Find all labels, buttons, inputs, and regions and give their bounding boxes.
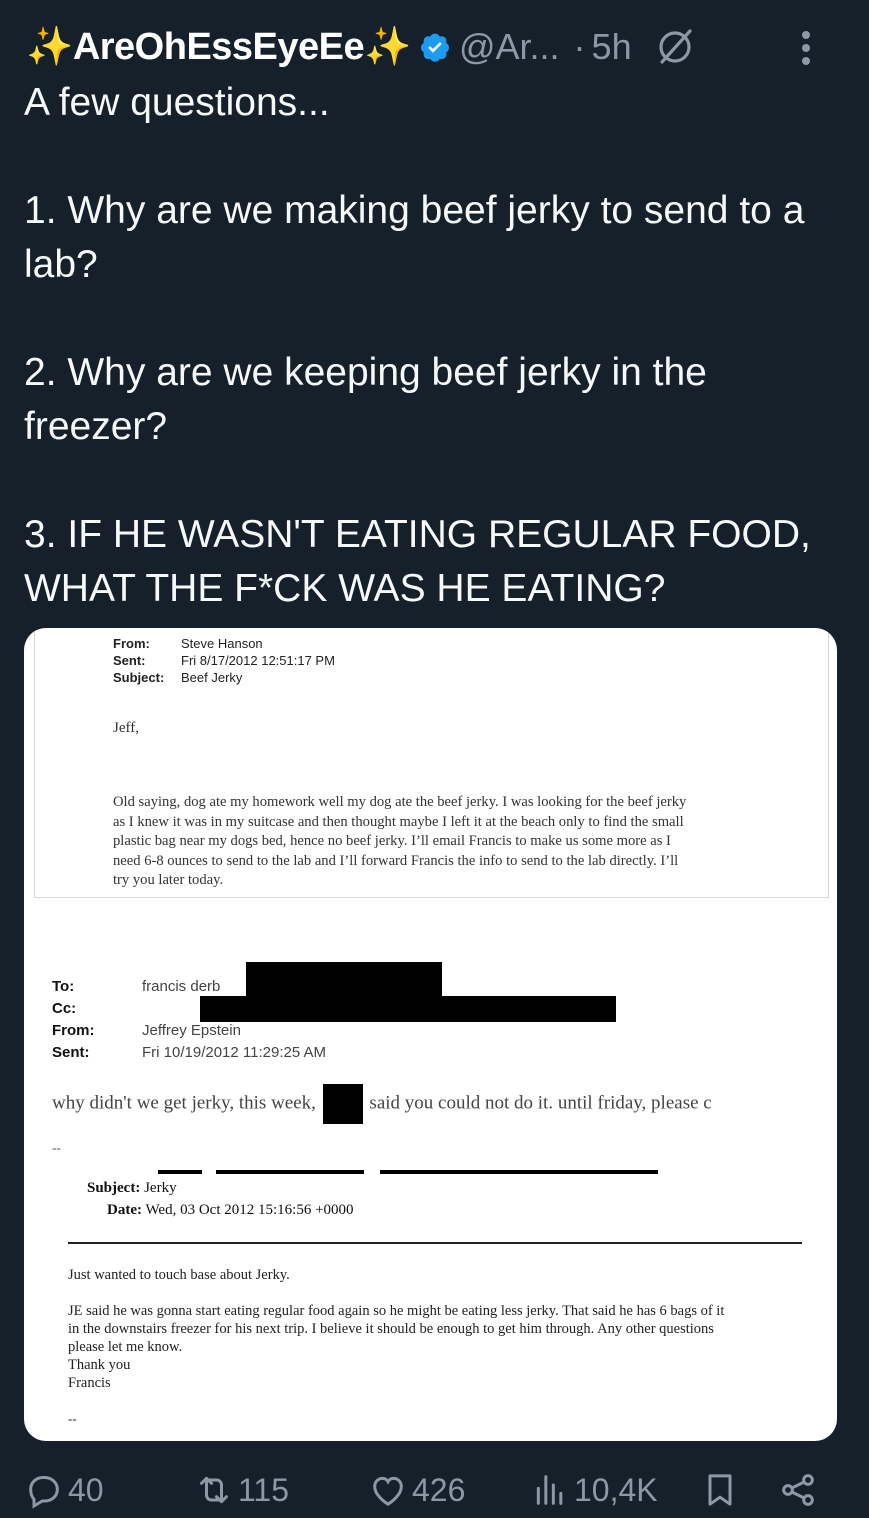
redaction-line: [216, 1170, 364, 1174]
tweet-header: ✨AreOhEssEyeEe✨ @Ar... · 5h: [26, 22, 849, 72]
redaction-line: [158, 1170, 202, 1174]
tweet-image[interactable]: From: Steve Hanson Sent: Fri 8/17/2012 1…: [24, 628, 837, 1441]
email1-sent-label: Sent:: [113, 653, 146, 668]
tweet-line-question-2: 2. Why are we keeping beef jerky in the …: [24, 351, 707, 448]
views-button[interactable]: 10,4K: [530, 1462, 658, 1518]
tweet-text: A few questions... 1. Why are we making …: [24, 76, 844, 616]
email2-body: why didn't we get jerky, this week, said…: [52, 1084, 712, 1124]
views-icon: [536, 1475, 563, 1505]
email3-divider: [68, 1242, 802, 1244]
email3-date-label: Date:: [107, 1202, 142, 1218]
email1-from-label: From:: [113, 636, 150, 651]
email2-dashes: --: [52, 1140, 61, 1155]
views-count: 10,4K: [574, 1471, 658, 1508]
email3-dashes: --: [68, 1411, 77, 1426]
share-icon: [782, 1474, 814, 1506]
verified-badge-icon: [420, 33, 449, 62]
tweet-line-question-3: 3. IF HE WASN'T EATING REGULAR FOOD, WHA…: [24, 513, 811, 610]
email1-body-line: plastic bag near my dogs bed, hence no b…: [113, 833, 671, 849]
timestamp[interactable]: 5h: [592, 26, 632, 68]
redaction-bar: [200, 996, 616, 1022]
email1-body-line: need 6-8 ounces to send to the lab and I…: [113, 852, 679, 869]
tweet-line-question-1: 1. Why are we making beef jerky to send …: [24, 189, 805, 286]
more-vertical-icon[interactable]: [801, 28, 811, 68]
email3-body: JE said he was gonna start eating regula…: [68, 1302, 828, 1392]
email2-from-label: From:: [52, 1022, 95, 1039]
email2-body-part2: said you could not do it. until friday, …: [369, 1092, 712, 1114]
email3-date-value: Wed, 03 Oct 2012 15:16:56 +0000: [145, 1202, 354, 1218]
email1-body-line: Old saying, dog ate my homework well my …: [113, 794, 687, 810]
email-1: From: Steve Hanson Sent: Fri 8/17/2012 1…: [34, 628, 829, 898]
repost-count: 115: [238, 1471, 290, 1508]
reply-button[interactable]: 40: [24, 1462, 104, 1518]
email3-body-line: JE said he was gonna start eating regula…: [68, 1303, 725, 1319]
share-button[interactable]: [778, 1462, 818, 1518]
email3-body-line: in the downstairs freezer for his next t…: [68, 1321, 714, 1337]
like-button[interactable]: 426: [368, 1462, 465, 1518]
separator-dot: ·: [573, 26, 586, 67]
like-count: 426: [412, 1471, 466, 1508]
bookmark-button[interactable]: [700, 1462, 740, 1518]
email1-sent-value: Fri 8/17/2012 12:51:17 PM: [181, 653, 335, 668]
email3-subject-label: Subject:: [87, 1180, 141, 1196]
heart-icon: [373, 1476, 403, 1506]
email1-body-line: try you later today.: [113, 872, 224, 888]
email1-subject-value: Beef Jerky: [181, 670, 243, 685]
redaction-bar: [246, 962, 442, 1000]
display-name[interactable]: ✨AreOhEssEyeEe✨: [26, 25, 411, 69]
redaction-box: [322, 1084, 363, 1124]
bookmark-icon: [708, 1474, 732, 1506]
email2-body-part1: why didn't we get jerky, this week,: [52, 1092, 316, 1114]
email1-body: Old saying, dog ate my homework well my …: [113, 793, 793, 891]
grok-icon[interactable]: [654, 26, 696, 68]
email2-sent-value: Fri 10/19/2012 11:29:25 AM: [142, 1044, 327, 1061]
email3-intro: Just wanted to touch base about Jerky.: [68, 1267, 290, 1283]
email1-subject-label: Subject:: [113, 670, 165, 685]
email3-subject-value: Jerky: [144, 1180, 177, 1196]
email2-cc-label: Cc:: [52, 1000, 77, 1017]
email2-to-value: francis derb: [142, 978, 221, 995]
email3-body-line: Francis: [68, 1375, 111, 1391]
email2-to-label: To:: [52, 978, 75, 995]
repost-button[interactable]: 115: [194, 1462, 289, 1518]
email3-body-line: Thank you: [68, 1357, 131, 1373]
reply-count: 40: [68, 1471, 104, 1508]
repost-icon: [200, 1476, 228, 1504]
redaction-line: [380, 1170, 658, 1174]
email1-salutation: Jeff,: [113, 720, 139, 736]
email3-body-line: please let me know.: [68, 1339, 183, 1355]
handle[interactable]: @Ar...: [459, 26, 560, 68]
email1-from-value: Steve Hanson: [181, 636, 263, 651]
tweet-actions: 40 115 426 10,4K: [24, 1462, 824, 1518]
email2-sent-label: Sent:: [52, 1044, 90, 1061]
reply-icon: [29, 1476, 59, 1509]
email2-from-value: Jeffrey Epstein: [142, 1022, 241, 1039]
tweet-line-intro: A few questions...: [24, 81, 330, 124]
email1-body-line: as I knew it was in my suitcase and then…: [113, 813, 684, 830]
